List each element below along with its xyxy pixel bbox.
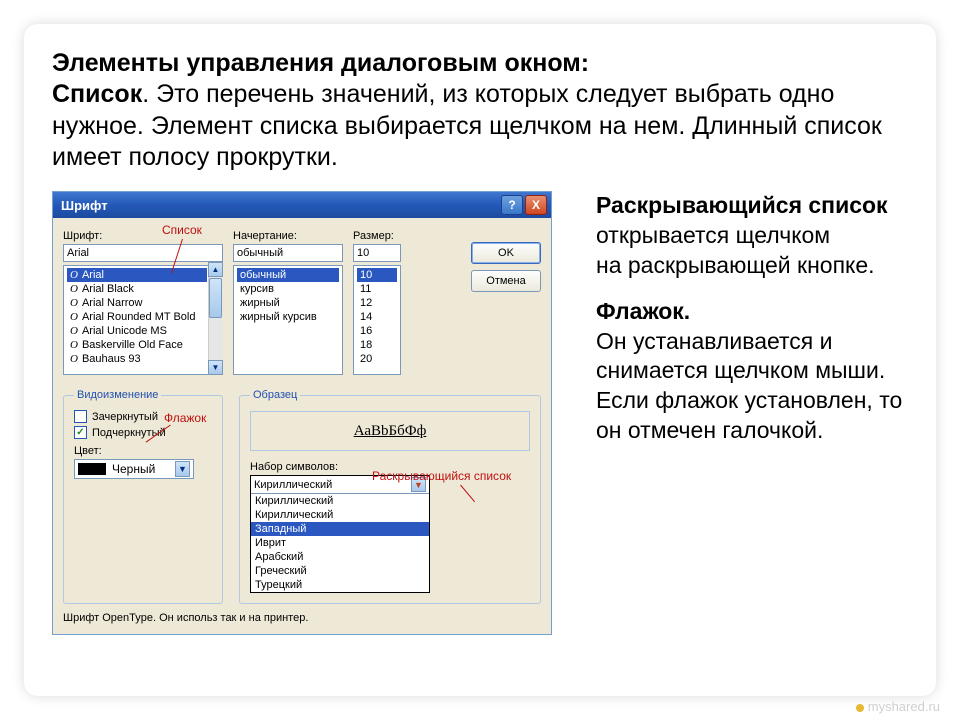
charset-option[interactable]: Кириллический: [251, 508, 429, 522]
dialog-body: Шрифт: ArialArial BlackArial NarrowArial…: [53, 218, 551, 634]
color-select[interactable]: Черный ▼: [74, 459, 194, 479]
font-list-item[interactable]: Arial Unicode MS: [67, 324, 207, 338]
style-list-item[interactable]: курсив: [237, 282, 339, 296]
font-input[interactable]: [63, 244, 223, 262]
size-list-item[interactable]: 11: [357, 282, 397, 296]
font-list-item[interactable]: Arial Black: [67, 282, 207, 296]
font-dialog: Шрифт ? X Шрифт: ArialArial BlackArial N…: [52, 191, 552, 635]
watermark: myshared.ru: [856, 699, 940, 714]
dropdown-text: открывается щелчком: [596, 222, 830, 248]
slide: Элементы управления диалоговым окном: Сп…: [24, 24, 936, 696]
font-list-item[interactable]: Bauhaus 93: [67, 352, 207, 366]
underline-row[interactable]: Подчеркнутый: [74, 426, 212, 439]
sample-legend: Образец: [250, 389, 300, 401]
scroll-thumb[interactable]: [209, 278, 222, 318]
size-input[interactable]: [353, 244, 401, 262]
sample-group: Образец АаВbБбФф Набор символов: Кирилли…: [239, 389, 541, 604]
color-swatch: [78, 463, 106, 475]
style-listbox[interactable]: обычныйкурсивжирныйжирный курсив: [233, 265, 343, 375]
cancel-button[interactable]: Отмена: [471, 270, 541, 292]
close-button[interactable]: X: [525, 195, 547, 215]
charset-value: Кириллический: [254, 479, 332, 491]
scroll-up-button[interactable]: ▲: [208, 262, 223, 277]
sample-preview: АаВbБбФф: [250, 411, 530, 451]
charset-option[interactable]: Западный: [251, 522, 429, 536]
dialog-area: Шрифт ? X Шрифт: ArialArial BlackArial N…: [52, 191, 572, 635]
size-list-item[interactable]: 20: [357, 352, 397, 366]
size-listbox[interactable]: 10111214161820: [353, 265, 401, 375]
buttons-column: OK Отмена: [411, 230, 541, 375]
style-column: Начертание: обычныйкурсивжирныйжирный ку…: [233, 230, 343, 375]
description-block: Элементы управления диалоговым окном: Сп…: [52, 48, 908, 173]
dropdown-text2: на раскрывающей кнопке.: [596, 252, 875, 278]
size-list-item[interactable]: 14: [357, 310, 397, 324]
right-text-block: Раскрывающийся список открывается щелчко…: [596, 191, 908, 635]
charset-option[interactable]: Турецкий: [251, 578, 429, 592]
checkbox-text: Он устанавливается и снимается щелчком м…: [596, 328, 902, 444]
font-list-item[interactable]: Arial Narrow: [67, 296, 207, 310]
size-label: Размер:: [353, 230, 401, 242]
style-input[interactable]: [233, 244, 343, 262]
description-list-text: . Это перечень значений, из которых след…: [52, 80, 882, 171]
strikethrough-checkbox[interactable]: [74, 410, 87, 423]
size-column: Размер: 10111214161820: [353, 230, 401, 375]
style-label: Начертание:: [233, 230, 343, 242]
ok-button[interactable]: OK: [471, 242, 541, 264]
dialog-title: Шрифт: [61, 198, 108, 213]
middle-row: Видоизменение Зачеркнутый Подчеркнутый Ц…: [63, 389, 541, 604]
title-bar[interactable]: Шрифт ? X: [53, 192, 551, 218]
strikethrough-row[interactable]: Зачеркнутый: [74, 410, 212, 423]
font-list-item[interactable]: Arial: [67, 268, 207, 282]
main-row: Шрифт ? X Шрифт: ArialArial BlackArial N…: [52, 191, 908, 635]
charset-option[interactable]: Иврит: [251, 536, 429, 550]
opentype-note: Шрифт OpenType. Он использ так и на прин…: [63, 612, 541, 624]
font-label: Шрифт:: [63, 230, 223, 242]
charset-label: Набор символов:: [250, 461, 530, 473]
color-name: Черный: [112, 462, 155, 476]
style-list-item[interactable]: жирный курсив: [237, 310, 339, 324]
charset-selected[interactable]: Кириллический ▼: [251, 476, 429, 494]
style-list-item[interactable]: жирный: [237, 296, 339, 310]
checkbox-bold: Флажок.: [596, 298, 690, 324]
font-list-item[interactable]: Arial Rounded MT Bold: [67, 310, 207, 324]
top-row: Шрифт: ArialArial BlackArial NarrowArial…: [63, 230, 541, 375]
chevron-down-icon[interactable]: ▼: [411, 477, 426, 492]
description-list-bold: Список: [52, 80, 142, 108]
charset-option[interactable]: Греческий: [251, 564, 429, 578]
size-list-item[interactable]: 16: [357, 324, 397, 338]
description-heading: Элементы управления диалоговым окном:: [52, 49, 589, 77]
font-listbox[interactable]: ArialArial BlackArial NarrowArial Rounde…: [63, 265, 223, 375]
chevron-down-icon[interactable]: ▼: [175, 461, 190, 477]
size-list-item[interactable]: 12: [357, 296, 397, 310]
help-button[interactable]: ?: [501, 195, 523, 215]
effects-legend: Видоизменение: [74, 389, 161, 401]
charset-option[interactable]: Кириллический: [251, 494, 429, 508]
effects-group: Видоизменение Зачеркнутый Подчеркнутый Ц…: [63, 389, 223, 604]
charset-combobox[interactable]: Кириллический ▼ КириллическийКириллическ…: [250, 475, 430, 593]
font-column: Шрифт: ArialArial BlackArial NarrowArial…: [63, 230, 223, 375]
color-label: Цвет:: [74, 445, 212, 457]
font-list-item[interactable]: Baskerville Old Face: [67, 338, 207, 352]
charset-dropdown-list[interactable]: КириллическийКириллическийЗападныйИвритА…: [251, 494, 429, 592]
size-list-item[interactable]: 10: [357, 268, 397, 282]
underline-label: Подчеркнутый: [92, 427, 166, 439]
style-list-item[interactable]: обычный: [237, 268, 339, 282]
dropdown-bold: Раскрывающийся список: [596, 192, 888, 218]
underline-checkbox[interactable]: [74, 426, 87, 439]
scroll-down-button[interactable]: ▼: [208, 360, 223, 375]
charset-option[interactable]: Арабский: [251, 550, 429, 564]
strikethrough-label: Зачеркнутый: [92, 411, 158, 423]
size-list-item[interactable]: 18: [357, 338, 397, 352]
